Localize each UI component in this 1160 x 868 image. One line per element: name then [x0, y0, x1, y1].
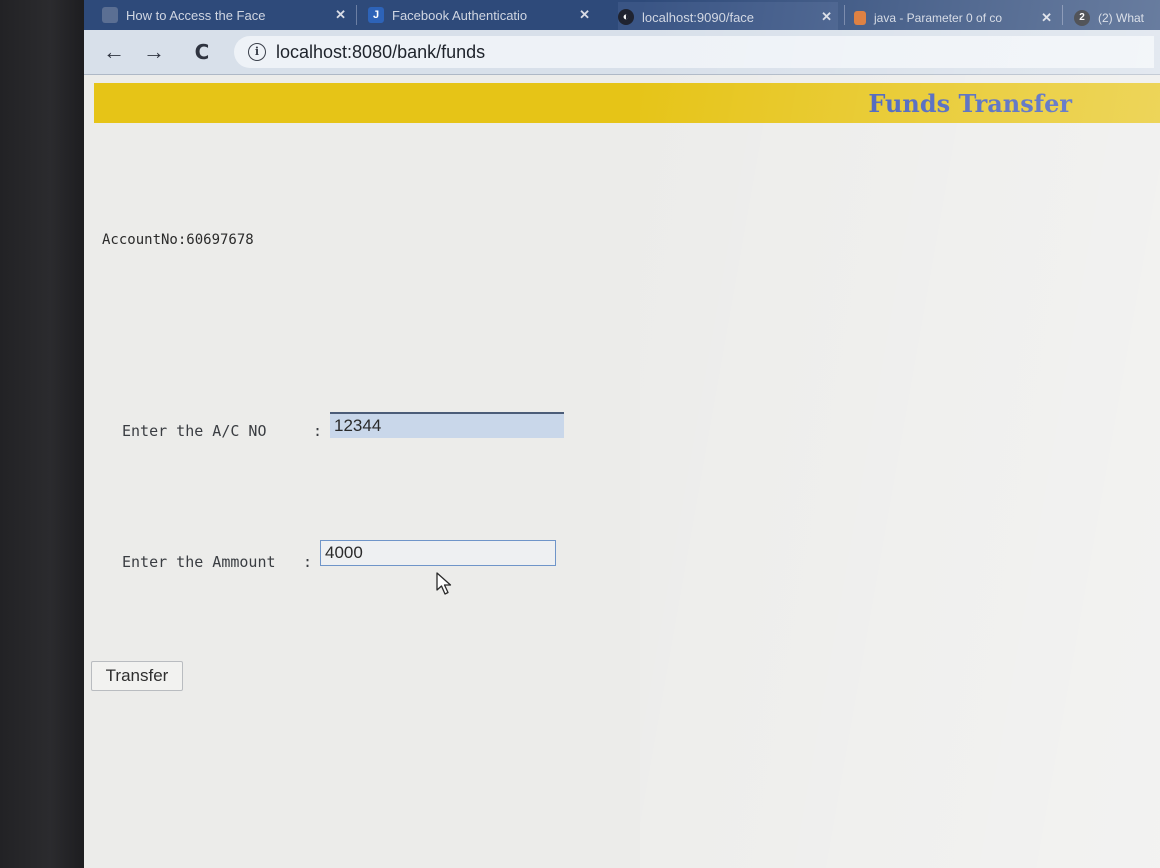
tab-strip: How to Access the Face ✕ J Facebook Auth…	[84, 0, 1160, 33]
tab-separator	[844, 5, 845, 25]
amount-colon: :	[303, 553, 313, 571]
browser-toolbar: ← → C i localhost:8080/bank/funds	[84, 30, 1160, 75]
document-icon	[102, 7, 118, 23]
acno-colon: :	[313, 422, 323, 440]
tab-label: Facebook Authenticatio	[392, 7, 528, 23]
transfer-button[interactable]: Transfer	[91, 661, 183, 691]
close-icon[interactable]: ✕	[335, 7, 346, 23]
forward-arrow-icon[interactable]: →	[140, 38, 168, 66]
acno-label: Enter the A/C NO	[122, 422, 267, 440]
tab-separator	[356, 5, 357, 25]
page-title: Funds Transfer	[868, 89, 1072, 118]
tab-java-parameter[interactable]: java - Parameter 0 of co ✕	[854, 3, 1058, 33]
tab-whatsapp[interactable]: 2 (2) What	[1074, 3, 1160, 33]
acno-input[interactable]	[330, 412, 564, 438]
tab-label: java - Parameter 0 of co	[874, 11, 1003, 25]
tab-separator	[1062, 5, 1063, 25]
tab-how-to-access[interactable]: How to Access the Face ✕	[102, 0, 352, 30]
address-bar[interactable]: i localhost:8080/bank/funds	[234, 36, 1154, 68]
whatsapp-icon: 2	[1074, 10, 1090, 26]
amount-label: Enter the Ammount	[122, 553, 276, 571]
page-content: Funds Transfer AccountNo:60697678 Enter …	[84, 75, 1160, 868]
browser-window: How to Access the Face ✕ J Facebook Auth…	[84, 0, 1160, 868]
tab-label: localhost:9090/face	[642, 9, 755, 25]
tab-label: How to Access the Face	[126, 7, 266, 23]
tab-facebook-auth[interactable]: J Facebook Authenticatio ✕	[368, 0, 596, 30]
info-icon[interactable]: i	[248, 43, 266, 61]
j-letter-icon: J	[368, 7, 384, 23]
monitor-bezel	[0, 0, 84, 868]
close-icon[interactable]: ✕	[821, 9, 832, 25]
tab-label: (2) What	[1098, 11, 1145, 25]
stack-icon	[854, 11, 866, 25]
mouse-pointer-icon	[436, 572, 452, 595]
amount-input[interactable]	[320, 540, 556, 566]
url-text[interactable]: localhost:8080/bank/funds	[276, 42, 485, 63]
account-number: AccountNo:60697678	[102, 232, 254, 248]
back-arrow-icon[interactable]: ←	[100, 38, 128, 66]
close-icon[interactable]: ✕	[1041, 10, 1052, 26]
header-banner: Funds Transfer	[94, 83, 1160, 123]
reload-icon[interactable]: C	[188, 38, 216, 66]
close-icon[interactable]: ✕	[579, 7, 590, 23]
tab-localhost-9090[interactable]: ◐ localhost:9090/face ✕	[618, 2, 838, 32]
globe-icon: ◐	[618, 9, 634, 25]
